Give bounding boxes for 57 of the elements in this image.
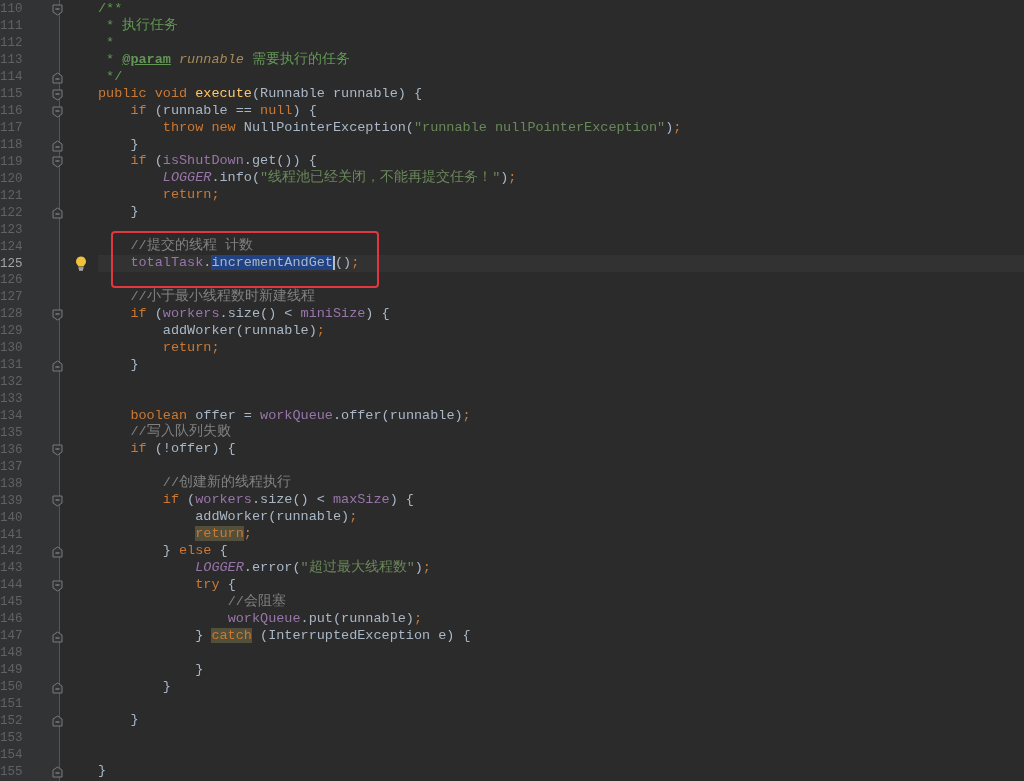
code-line: //写入队列失败 [129,424,231,442]
fold-marker-icon[interactable] [52,105,63,118]
code-line: } [129,356,139,374]
code-line: LOGGER.info("线程池已经关闭，不能再提交任务！"); [161,170,517,188]
fold-marker-icon[interactable] [52,359,63,372]
code-line: * @param runnable 需要执行的任务 [105,51,350,69]
code-line: LOGGER.error("超过最大线程数"); [194,559,431,577]
code-line: } catch (InterruptedException e) { [194,627,471,645]
code-line: * [105,34,115,52]
fold-marker-icon[interactable] [52,71,63,84]
fold-marker-icon[interactable] [52,156,63,169]
code-line: return; [194,526,252,543]
code-line: } [161,678,171,696]
lightbulb-icon[interactable] [75,256,87,272]
fold-marker-icon[interactable] [52,766,63,779]
fold-marker-icon[interactable] [52,308,63,321]
code-line: if (isShutDown.get()) { [129,153,317,169]
fold-marker-icon[interactable] [52,630,63,643]
code-line: try { [194,576,236,594]
fold-marker-icon[interactable] [52,88,63,101]
code-line: } else { [161,543,228,560]
fold-marker-icon[interactable] [52,495,63,508]
code-line: workQueue.put(runnable); [226,610,423,628]
code-line: /** [98,1,123,17]
line-number: 125 [0,255,24,272]
fold-marker-icon[interactable] [52,681,63,694]
code-line: boolean offer = workQueue.offer(runnable); [129,407,471,423]
fold-marker-icon[interactable] [52,4,63,16]
fold-marker-icon[interactable] [52,444,63,457]
code-line: } [194,661,204,679]
code-line: */ [105,68,123,86]
code-line: return; [161,339,220,357]
code-line: if (runnable == null) { [129,102,317,120]
code-line: public void execute(Runnable runnable) { [98,85,423,103]
fold-marker-icon[interactable] [52,579,63,592]
fold-marker-icon[interactable] [52,715,63,728]
code-line: if (workers.size() < maxSize) { [161,492,414,510]
code-line: } [129,136,139,154]
code-line: } [129,204,139,222]
code-line: //创建新的线程执行 [161,475,291,493]
code-line: if (!offer) { [129,441,236,459]
code-line: totalTask.incrementAndGet(); [129,255,360,272]
code-line: return; [161,187,220,205]
code-line: addWorker(runnable); [161,322,325,340]
code-line: //会阻塞 [226,593,286,611]
code-line: throw new NullPointerException("runnable nullPointerException"); [161,119,682,137]
fold-marker-icon[interactable] [52,546,63,558]
code-line: } [129,712,139,730]
code-line: * 执行任务 [105,17,179,35]
text-cursor [332,255,335,270]
fold-marker-icon[interactable] [52,139,63,152]
code-line: } [98,763,107,781]
code-line: addWorker(runnable); [194,509,358,527]
code-line: //小于最小线程数时新建线程 [129,288,315,306]
code-line: //提交的线程 计数 [129,238,253,256]
code-line: if (workers.size() < miniSize) { [129,305,390,323]
fold-marker-icon[interactable] [52,207,63,220]
